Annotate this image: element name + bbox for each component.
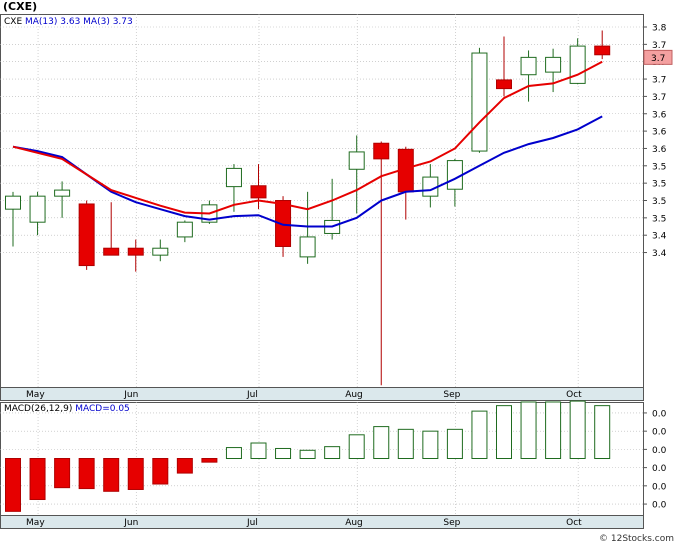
macd-bar <box>520 401 537 459</box>
candle-body <box>103 247 120 256</box>
macd-bar <box>176 458 193 474</box>
price-tick-label: 3.6 <box>652 110 667 120</box>
macd-bar <box>422 430 439 459</box>
macd-bar <box>373 426 390 459</box>
macd-tick-label: 0.0 <box>652 482 667 492</box>
month-label: Sep <box>443 390 460 400</box>
price-tick-label: 3.5 <box>652 162 666 172</box>
macd-bar <box>397 428 414 460</box>
price-tick-label: 3.5 <box>652 180 666 190</box>
candle-body <box>29 195 46 223</box>
price-tick-label: 3.7 <box>652 41 666 51</box>
macd-bar <box>545 401 562 459</box>
candle-body <box>78 203 95 267</box>
legend-entry: CXE <box>4 17 25 27</box>
macd-tick-label: 0.0 <box>652 409 667 419</box>
macd-bar <box>324 446 341 460</box>
price-tick-label: 3.6 <box>652 128 667 138</box>
credit-text: © 12Stocks.com <box>599 534 674 544</box>
month-label: Jun <box>123 518 138 528</box>
price-tick-label: 3.5 <box>652 214 666 224</box>
candle-body <box>152 247 169 256</box>
macd-bar <box>103 458 120 492</box>
month-label: Aug <box>345 518 363 528</box>
macd-bar <box>225 447 242 459</box>
month-label: May <box>26 518 45 528</box>
price-tick-label: 3.4 <box>652 232 667 242</box>
macd-tick-label: 0.0 <box>652 464 667 474</box>
macd-tick-label: 0.0 <box>652 501 667 511</box>
macd-bar <box>201 458 218 463</box>
candle-body <box>348 151 365 170</box>
macd-month-axis <box>0 515 644 529</box>
last-price-tag-label: 3.7 <box>651 54 665 64</box>
macd-bar <box>29 458 46 501</box>
month-label: Jun <box>123 390 138 400</box>
candle-body <box>520 56 537 76</box>
macd-bar <box>78 458 95 490</box>
legend-entry: MACD=0.05 <box>75 404 130 414</box>
candle-body <box>176 221 193 238</box>
macd-bar <box>5 458 21 512</box>
month-label: Aug <box>345 390 363 400</box>
macd-bar <box>496 405 512 460</box>
candle-body <box>496 79 512 90</box>
macd-legend: MACD(26,12,9) MACD=0.05 <box>4 404 130 414</box>
candle-body <box>471 52 488 152</box>
month-label: Oct <box>566 390 582 400</box>
candle-body <box>594 45 611 56</box>
legend-entry: MACD(26,12,9) <box>4 404 75 414</box>
price-tick-label: 3.4 <box>652 249 667 259</box>
candle-body <box>545 56 562 73</box>
candle-body <box>127 247 144 256</box>
price-tick-label: 3.7 <box>652 76 666 86</box>
month-label: Jul <box>246 390 258 400</box>
price-tick-label: 3.6 <box>652 145 667 155</box>
candle-body <box>299 236 316 258</box>
legend-entry: MA(3) 3.73 <box>83 17 133 27</box>
chart-title: (CXE) <box>3 0 38 13</box>
price-tick-label: 3.7 <box>652 93 666 103</box>
month-label: Jul <box>246 518 258 528</box>
candle-body <box>54 189 71 197</box>
candle-body <box>5 195 21 210</box>
macd-bar <box>275 447 292 459</box>
macd-bar <box>54 458 71 489</box>
macd-bar <box>569 400 586 460</box>
chart-stage: 3.8 3.7 3.7 3.7 3.7 3.6 3.6 3.6 3.5 3.5 3.5 3.5 3.4 3… <box>0 0 680 546</box>
price-legend: CXE MA(13) 3.63 MA(3) 3.73 <box>4 17 133 27</box>
macd-bar <box>594 405 611 460</box>
price-tick-label: 3.8 <box>652 24 667 34</box>
price-month-axis <box>0 387 644 401</box>
stock-chart: 3.8 3.7 3.7 3.7 3.7 3.6 3.6 3.6 3.5 3.5 3.5 3.5 3.4 3… <box>0 14 673 529</box>
macd-bar <box>127 458 144 490</box>
candle-body <box>225 167 242 188</box>
macd-bar <box>250 442 267 459</box>
candle-body <box>373 142 390 160</box>
macd-bar <box>446 428 463 460</box>
month-label: Oct <box>566 518 582 528</box>
macd-bar <box>152 458 169 485</box>
macd-bar <box>471 410 488 460</box>
month-label: May <box>26 390 45 400</box>
candle-body <box>569 45 586 84</box>
month-label: Sep <box>443 518 460 528</box>
macd-bar <box>299 449 316 460</box>
candle-body <box>250 185 267 199</box>
macd-tick-label: 0.0 <box>652 428 667 438</box>
macd-tick-label: 0.0 <box>652 446 667 456</box>
price-tick-label: 3.5 <box>652 197 666 207</box>
legend-entry: MA(13) 3.63 <box>25 17 83 27</box>
macd-bar <box>348 434 365 460</box>
